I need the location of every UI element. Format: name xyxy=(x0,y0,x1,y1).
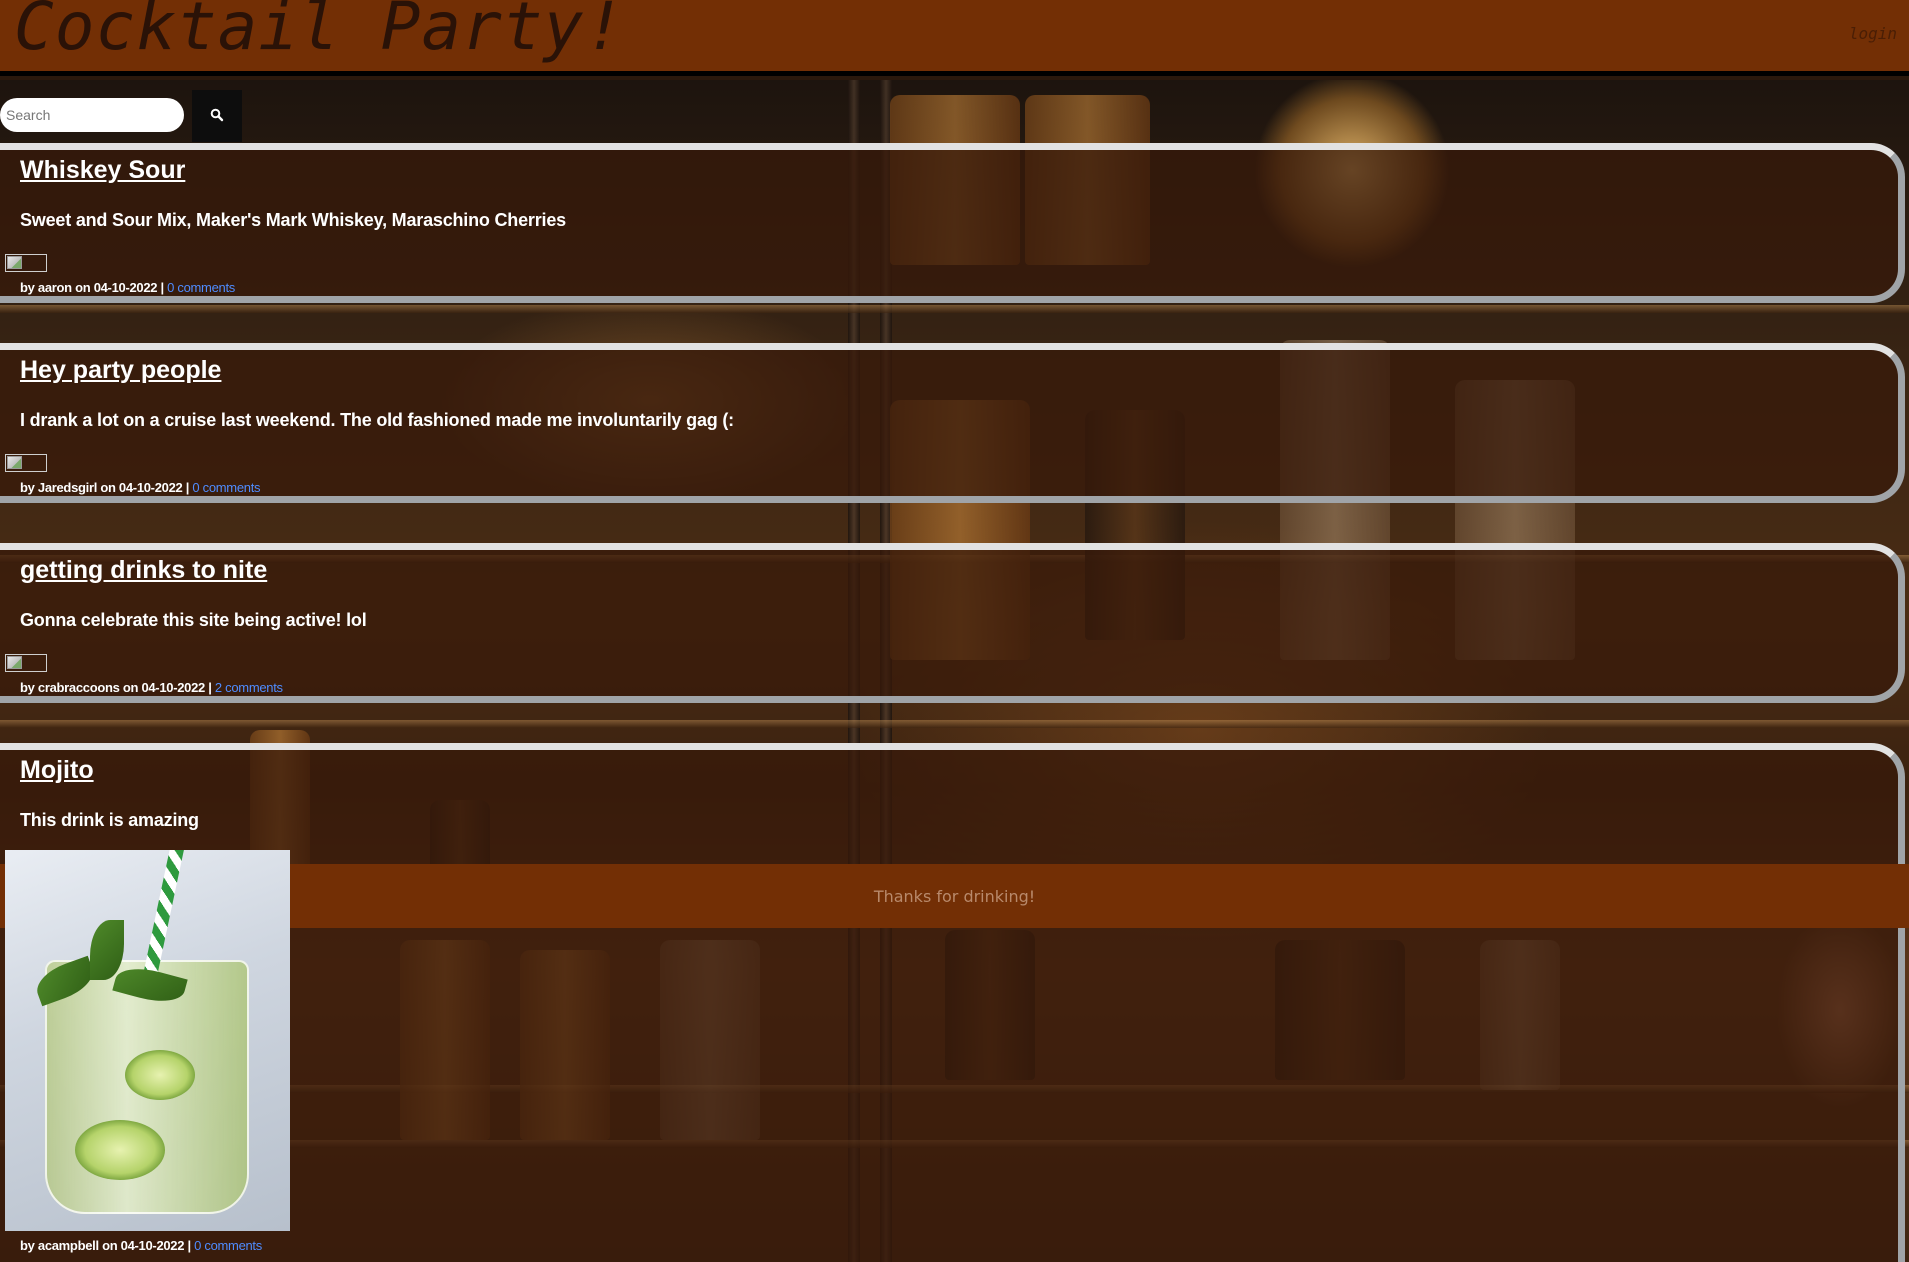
post-title[interactable]: getting drinks to nite xyxy=(20,556,267,585)
post-author-date: by Jaredsgirl on 04-10-2022 | xyxy=(20,480,190,495)
post-author-date: by crabraccoons on 04-10-2022 | xyxy=(20,680,212,695)
comments-link[interactable]: 0 comments xyxy=(167,280,235,295)
post-meta: by aaron on 04-10-2022 | 0 comments xyxy=(20,280,235,295)
site-title[interactable]: Cocktail Party! xyxy=(14,0,625,65)
search-bar xyxy=(0,90,242,142)
search-icon xyxy=(210,108,224,125)
shelf xyxy=(0,720,1909,728)
broken-image-icon xyxy=(5,454,47,472)
comments-link[interactable]: 0 comments xyxy=(192,480,260,495)
post-card: Hey party people I drank a lot on a crui… xyxy=(0,343,1905,503)
post-body: Gonna celebrate this site being active! … xyxy=(20,610,367,630)
post-author-date: by acampbell on 04-10-2022 | xyxy=(20,1238,191,1253)
post-meta: by acampbell on 04-10-2022 | 0 comments xyxy=(20,1238,262,1253)
post-body: Sweet and Sour Mix, Maker's Mark Whiskey… xyxy=(20,210,566,230)
post-title[interactable]: Hey party people xyxy=(20,356,221,385)
post-meta: by crabraccoons on 04-10-2022 | 2 commen… xyxy=(20,680,283,695)
broken-image-icon xyxy=(5,254,47,272)
post-body: This drink is amazing xyxy=(20,810,199,830)
footer-text: Thanks for drinking! xyxy=(873,886,1036,906)
post-meta: by Jaredsgirl on 04-10-2022 | 0 comments xyxy=(20,480,261,495)
mojito-photo xyxy=(5,850,290,1231)
post-body: I drank a lot on a cruise last weekend. … xyxy=(20,410,734,430)
post-title[interactable]: Whiskey Sour xyxy=(20,156,185,185)
search-button[interactable] xyxy=(192,90,242,142)
post-card: getting drinks to nite Gonna celebrate t… xyxy=(0,543,1905,703)
site-header: Cocktail Party! login xyxy=(0,0,1909,76)
shelf xyxy=(0,305,1909,313)
comments-link[interactable]: 2 comments xyxy=(215,680,283,695)
lime-slice xyxy=(75,1120,165,1180)
post-title[interactable]: Mojito xyxy=(20,756,94,785)
login-link[interactable]: login xyxy=(1849,24,1897,43)
broken-image-icon xyxy=(5,654,47,672)
search-input[interactable] xyxy=(0,98,184,132)
comments-link[interactable]: 0 comments xyxy=(194,1238,262,1253)
lime-slice xyxy=(125,1050,195,1100)
post-card: Whiskey Sour Sweet and Sour Mix, Maker's… xyxy=(0,143,1905,303)
post-author-date: by aaron on 04-10-2022 | xyxy=(20,280,164,295)
